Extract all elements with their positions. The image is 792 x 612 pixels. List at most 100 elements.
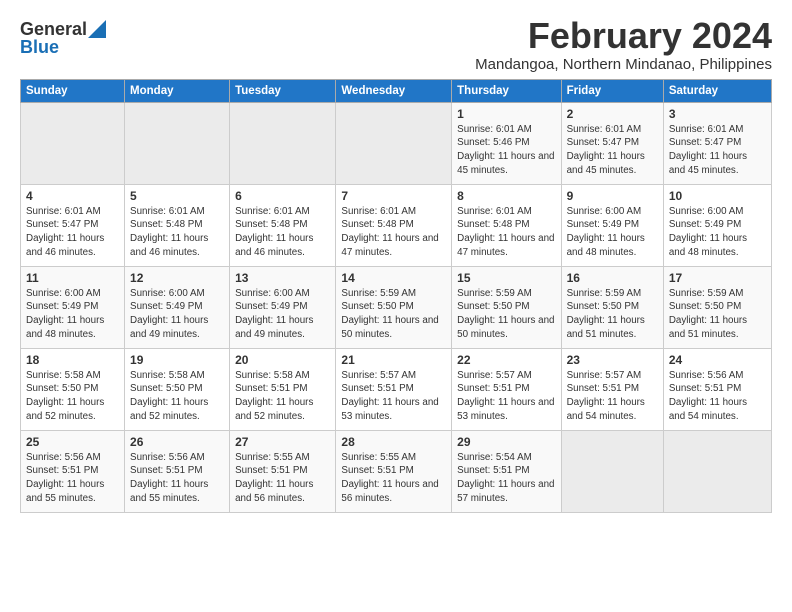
week-row-0: 1 Sunrise: 6:01 AM Sunset: 5:46 PM Daylig… xyxy=(21,102,772,184)
day-number: 16 xyxy=(567,271,658,285)
day-number: 17 xyxy=(669,271,766,285)
day-info: Sunrise: 5:56 AM Sunset: 5:51 PM Dayligh… xyxy=(669,369,766,424)
day-info: Sunrise: 5:58 AM Sunset: 5:51 PM Dayligh… xyxy=(235,369,330,424)
header-thursday: Thursday xyxy=(452,79,561,102)
calendar-cell xyxy=(663,430,771,512)
day-number: 20 xyxy=(235,353,330,367)
day-number: 5 xyxy=(130,189,224,203)
day-info: Sunrise: 6:01 AM Sunset: 5:48 PM Dayligh… xyxy=(341,205,446,260)
day-number: 14 xyxy=(341,271,446,285)
title-block: February 2024 Mandangoa, Northern Mindan… xyxy=(475,16,772,73)
calendar-cell: 6 Sunrise: 6:01 AM Sunset: 5:48 PM Daylig… xyxy=(230,184,336,266)
day-number: 25 xyxy=(26,435,119,449)
day-info: Sunrise: 5:58 AM Sunset: 5:50 PM Dayligh… xyxy=(130,369,224,424)
calendar-cell: 29 Sunrise: 5:54 AM Sunset: 5:51 PM Dayli… xyxy=(452,430,561,512)
calendar-cell: 4 Sunrise: 6:01 AM Sunset: 5:47 PM Daylig… xyxy=(21,184,125,266)
day-number: 9 xyxy=(567,189,658,203)
day-info: Sunrise: 5:58 AM Sunset: 5:50 PM Dayligh… xyxy=(26,369,119,424)
day-number: 1 xyxy=(457,107,555,121)
header-saturday: Saturday xyxy=(663,79,771,102)
month-title: February 2024 xyxy=(475,16,772,56)
day-info: Sunrise: 5:56 AM Sunset: 5:51 PM Dayligh… xyxy=(26,451,119,506)
calendar-cell xyxy=(21,102,125,184)
day-info: Sunrise: 5:59 AM Sunset: 5:50 PM Dayligh… xyxy=(669,287,766,342)
day-info: Sunrise: 6:01 AM Sunset: 5:46 PM Dayligh… xyxy=(457,123,555,178)
day-number: 26 xyxy=(130,435,224,449)
day-info: Sunrise: 5:55 AM Sunset: 5:51 PM Dayligh… xyxy=(341,451,446,506)
calendar-cell: 19Sunrise: 5:58 AM Sunset: 5:50 PM Dayli… xyxy=(125,348,230,430)
day-number: 6 xyxy=(235,189,330,203)
day-number: 13 xyxy=(235,271,330,285)
calendar-cell: 7 Sunrise: 6:01 AM Sunset: 5:48 PM Daylig… xyxy=(336,184,452,266)
day-info: Sunrise: 5:54 AM Sunset: 5:51 PM Dayligh… xyxy=(457,451,555,506)
day-info: Sunrise: 5:57 AM Sunset: 5:51 PM Dayligh… xyxy=(341,369,446,424)
calendar-cell: 26Sunrise: 5:56 AM Sunset: 5:51 PM Dayli… xyxy=(125,430,230,512)
day-number: 28 xyxy=(341,435,446,449)
calendar-cell: 23 Sunrise: 5:57 AM Sunset: 5:51 PM Dayli… xyxy=(561,348,663,430)
day-number: 21 xyxy=(341,353,446,367)
calendar-cell: 9 Sunrise: 6:00 AM Sunset: 5:49 PM Daylig… xyxy=(561,184,663,266)
day-info: Sunrise: 6:01 AM Sunset: 5:47 PM Dayligh… xyxy=(567,123,658,178)
calendar-cell: 17 Sunrise: 5:59 AM Sunset: 5:50 PM Dayli… xyxy=(663,266,771,348)
calendar-header-row: SundayMondayTuesdayWednesdayThursdayFrid… xyxy=(21,79,772,102)
day-number: 2 xyxy=(567,107,658,121)
day-number: 7 xyxy=(341,189,446,203)
day-info: Sunrise: 5:57 AM Sunset: 5:51 PM Dayligh… xyxy=(567,369,658,424)
calendar-cell: 22 Sunrise: 5:57 AM Sunset: 5:51 PM Dayli… xyxy=(452,348,561,430)
calendar-cell: 3 Sunrise: 6:01 AM Sunset: 5:47 PM Daylig… xyxy=(663,102,771,184)
day-number: 3 xyxy=(669,107,766,121)
calendar-cell: 10 Sunrise: 6:00 AM Sunset: 5:49 PM Dayli… xyxy=(663,184,771,266)
calendar-cell: 25 Sunrise: 5:56 AM Sunset: 5:51 PM Dayli… xyxy=(21,430,125,512)
calendar-cell: 5 Sunrise: 6:01 AM Sunset: 5:48 PM Daylig… xyxy=(125,184,230,266)
calendar-cell: 8Sunrise: 6:01 AM Sunset: 5:48 PM Daylig… xyxy=(452,184,561,266)
day-info: Sunrise: 6:00 AM Sunset: 5:49 PM Dayligh… xyxy=(130,287,224,342)
header-tuesday: Tuesday xyxy=(230,79,336,102)
calendar-cell xyxy=(336,102,452,184)
day-number: 18 xyxy=(26,353,119,367)
day-info: Sunrise: 5:57 AM Sunset: 5:51 PM Dayligh… xyxy=(457,369,555,424)
day-info: Sunrise: 6:01 AM Sunset: 5:47 PM Dayligh… xyxy=(26,205,119,260)
day-info: Sunrise: 6:01 AM Sunset: 5:48 PM Dayligh… xyxy=(130,205,224,260)
day-number: 27 xyxy=(235,435,330,449)
day-number: 24 xyxy=(669,353,766,367)
logo-icon xyxy=(88,20,106,38)
day-info: Sunrise: 5:59 AM Sunset: 5:50 PM Dayligh… xyxy=(457,287,555,342)
week-row-3: 18 Sunrise: 5:58 AM Sunset: 5:50 PM Dayli… xyxy=(21,348,772,430)
logo: General Blue xyxy=(20,16,106,56)
day-info: Sunrise: 6:00 AM Sunset: 5:49 PM Dayligh… xyxy=(669,205,766,260)
day-info: Sunrise: 5:59 AM Sunset: 5:50 PM Dayligh… xyxy=(341,287,446,342)
day-number: 12 xyxy=(130,271,224,285)
calendar-cell: 27Sunrise: 5:55 AM Sunset: 5:51 PM Dayli… xyxy=(230,430,336,512)
calendar-cell: 18 Sunrise: 5:58 AM Sunset: 5:50 PM Dayli… xyxy=(21,348,125,430)
day-number: 11 xyxy=(26,271,119,285)
location-title: Mandangoa, Northern Mindanao, Philippine… xyxy=(475,56,772,73)
calendar-cell: 14 Sunrise: 5:59 AM Sunset: 5:50 PM Dayli… xyxy=(336,266,452,348)
calendar-cell: 21 Sunrise: 5:57 AM Sunset: 5:51 PM Dayli… xyxy=(336,348,452,430)
calendar-cell: 28 Sunrise: 5:55 AM Sunset: 5:51 PM Dayli… xyxy=(336,430,452,512)
week-row-1: 4 Sunrise: 6:01 AM Sunset: 5:47 PM Daylig… xyxy=(21,184,772,266)
calendar-cell: 11Sunrise: 6:00 AM Sunset: 5:49 PM Dayli… xyxy=(21,266,125,348)
day-number: 4 xyxy=(26,189,119,203)
day-info: Sunrise: 6:01 AM Sunset: 5:47 PM Dayligh… xyxy=(669,123,766,178)
header-sunday: Sunday xyxy=(21,79,125,102)
calendar-cell: 15Sunrise: 5:59 AM Sunset: 5:50 PM Dayli… xyxy=(452,266,561,348)
calendar-cell: 12 Sunrise: 6:00 AM Sunset: 5:49 PM Dayli… xyxy=(125,266,230,348)
calendar-table: SundayMondayTuesdayWednesdayThursdayFrid… xyxy=(20,79,772,513)
day-number: 29 xyxy=(457,435,555,449)
header-monday: Monday xyxy=(125,79,230,102)
day-number: 23 xyxy=(567,353,658,367)
day-info: Sunrise: 6:00 AM Sunset: 5:49 PM Dayligh… xyxy=(567,205,658,260)
calendar-cell: 1 Sunrise: 6:01 AM Sunset: 5:46 PM Daylig… xyxy=(452,102,561,184)
logo-blue-text: Blue xyxy=(20,38,59,56)
header-wednesday: Wednesday xyxy=(336,79,452,102)
day-number: 10 xyxy=(669,189,766,203)
calendar-cell xyxy=(230,102,336,184)
week-row-4: 25 Sunrise: 5:56 AM Sunset: 5:51 PM Dayli… xyxy=(21,430,772,512)
calendar-cell: 20 Sunrise: 5:58 AM Sunset: 5:51 PM Dayli… xyxy=(230,348,336,430)
calendar-cell xyxy=(561,430,663,512)
day-info: Sunrise: 6:01 AM Sunset: 5:48 PM Dayligh… xyxy=(235,205,330,260)
day-number: 22 xyxy=(457,353,555,367)
calendar-cell: 13Sunrise: 6:00 AM Sunset: 5:49 PM Dayli… xyxy=(230,266,336,348)
day-info: Sunrise: 6:01 AM Sunset: 5:48 PM Dayligh… xyxy=(457,205,555,260)
header-friday: Friday xyxy=(561,79,663,102)
